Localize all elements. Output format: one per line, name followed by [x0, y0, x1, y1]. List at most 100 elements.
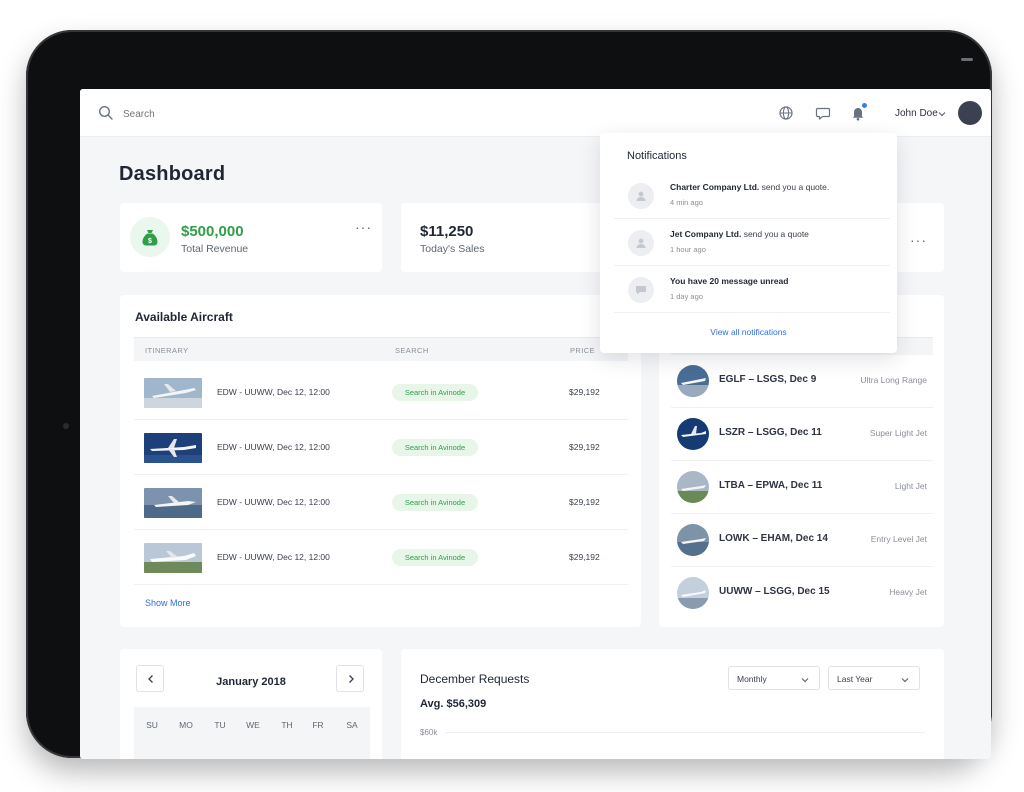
flight-route: EGLF – LSGS, Dec 9	[719, 374, 817, 385]
aircraft-photo	[144, 433, 202, 463]
period-select[interactable]: Monthly	[728, 666, 820, 690]
chat-icon[interactable]	[815, 105, 831, 121]
aircraft-photo	[144, 378, 202, 408]
select-value: Last Year	[837, 674, 873, 684]
aircraft-class: Entry Level Jet	[870, 534, 927, 544]
itinerary: EDW - UUWW, Dec 12, 12:00	[217, 552, 330, 562]
weekday-label: TU	[214, 720, 226, 730]
notification-avatar	[628, 183, 654, 209]
column-header: SEARCH	[395, 346, 429, 355]
notification-dot	[862, 103, 867, 108]
flight-route: LTBA – EPWA, Dec 11	[719, 480, 823, 491]
table-row[interactable]: EDW - UUWW, Dec 12, 12:00 Search in Avin…	[134, 475, 628, 530]
price: $29,192	[569, 552, 600, 562]
notification-message: send you a quote.	[761, 182, 830, 192]
column-header: ITINERARY	[145, 346, 189, 355]
search-icon[interactable]	[98, 105, 114, 121]
flight-route: UUWW – LSGG, Dec 15	[719, 586, 830, 597]
aircraft-class: Super Light Jet	[869, 428, 927, 438]
stat-card-revenue: $ $500,000 Total Revenue ···	[120, 203, 382, 272]
weekday-label: TH	[281, 720, 293, 730]
globe-icon[interactable]	[778, 105, 794, 121]
search-avinode-badge[interactable]: Search in Avinode	[392, 494, 478, 511]
price: $29,192	[569, 387, 600, 397]
notification-avatar	[628, 230, 654, 256]
table-row[interactable]: EDW - UUWW, Dec 12, 12:00 Search in Avin…	[134, 420, 628, 475]
requests-title: December Requests	[420, 672, 530, 686]
stat-value: $500,000	[181, 223, 244, 240]
select-value: Monthly	[737, 674, 767, 684]
tablet-frame: John Doe Dashboard $ $500,000 Total Reve…	[26, 30, 992, 759]
more-options-icon[interactable]: ···	[355, 219, 372, 235]
notification-sender: Jet Company Ltd.	[670, 229, 742, 239]
chevron-right-icon	[349, 675, 354, 683]
user-name[interactable]: John Doe	[895, 108, 938, 119]
search-input[interactable]	[123, 104, 423, 124]
stat-label: Today's Sales	[420, 243, 485, 255]
stat-value: $11,250	[420, 223, 474, 240]
calendar-card: January 2018 SU MO TU WE TH FR SA	[120, 649, 382, 759]
search-avinode-badge[interactable]: Search in Avinode	[392, 384, 478, 401]
list-item[interactable]: LSZR – LSGG, Dec 11 Super Light Jet	[671, 408, 933, 461]
itinerary: EDW - UUWW, Dec 12, 12:00	[217, 497, 330, 507]
more-options-icon[interactable]: ···	[910, 232, 927, 248]
available-aircraft-card: Available Aircraft ITINERARY SEARCH PRIC…	[120, 295, 641, 627]
stat-card-sales: $11,250 Today's Sales	[401, 203, 611, 272]
user-icon	[636, 238, 646, 248]
itinerary: EDW - UUWW, Dec 12, 12:00	[217, 387, 330, 397]
show-more-link[interactable]: Show More	[145, 598, 191, 608]
chevron-down-icon	[801, 678, 809, 683]
search-avinode-badge[interactable]: Search in Avinode	[392, 439, 478, 456]
stat-label: Total Revenue	[181, 243, 249, 255]
list-item[interactable]: EGLF – LSGS, Dec 9 Ultra Long Range	[671, 355, 933, 408]
aircraft-class: Heavy Jet	[889, 587, 927, 597]
aircraft-photo	[144, 543, 202, 573]
view-all-notifications-link[interactable]: View all notifications	[600, 327, 897, 337]
notification-sender: You have 20 message unread	[670, 276, 789, 286]
chevron-down-icon	[901, 678, 909, 683]
y-axis-label: $60k	[420, 728, 438, 737]
weekday-label: MO	[179, 720, 193, 730]
requests-average: Avg. $56,309	[420, 698, 487, 710]
price: $29,192	[569, 497, 600, 507]
page-title: Dashboard	[119, 163, 226, 185]
table-row[interactable]: EDW - UUWW, Dec 12, 12:00 Search in Avin…	[134, 530, 628, 585]
svg-text:$: $	[148, 238, 152, 245]
aircraft-photo	[677, 524, 709, 556]
notification-item[interactable]: Jet Company Ltd. send you a quote 1 hour…	[614, 220, 890, 266]
flight-route: LOWK – EHAM, Dec 14	[719, 533, 828, 544]
notification-time: 4 min ago	[670, 198, 703, 207]
avatar[interactable]	[958, 101, 982, 125]
list-item[interactable]: UUWW – LSGG, Dec 15 Heavy Jet	[671, 567, 933, 620]
message-icon	[636, 286, 646, 295]
top-bar: John Doe	[80, 89, 991, 137]
price: $29,192	[569, 442, 600, 452]
notification-item[interactable]: Charter Company Ltd. send you a quote. 4…	[614, 173, 890, 219]
list-item[interactable]: LOWK – EHAM, Dec 14 Entry Level Jet	[671, 514, 933, 567]
notification-text: Charter Company Ltd. send you a quote.	[670, 182, 829, 192]
next-month-button[interactable]	[336, 665, 364, 692]
weekday-header: SU MO TU WE TH FR SA	[134, 707, 370, 759]
notification-sender: Charter Company Ltd.	[670, 182, 760, 192]
aircraft-photo	[677, 577, 709, 609]
weekday-label: FR	[312, 720, 324, 730]
aircraft-photo	[677, 418, 709, 450]
notification-time: 1 day ago	[670, 292, 703, 301]
table-row[interactable]: EDW - UUWW, Dec 12, 12:00 Search in Avin…	[134, 365, 628, 420]
notifications-title: Notifications	[627, 150, 687, 162]
section-title: Available Aircraft	[135, 310, 233, 324]
list-item[interactable]: LTBA – EPWA, Dec 11 Light Jet	[671, 461, 933, 514]
itinerary: EDW - UUWW, Dec 12, 12:00	[217, 442, 330, 452]
notification-time: 1 hour ago	[670, 245, 706, 254]
search-avinode-badge[interactable]: Search in Avinode	[392, 549, 478, 566]
weekday-label: SU	[146, 720, 158, 730]
notification-text: You have 20 message unread	[670, 276, 788, 286]
flight-route: LSZR – LSGG, Dec 11	[719, 427, 822, 438]
range-select[interactable]: Last Year	[828, 666, 920, 690]
grid-line	[445, 732, 925, 733]
aircraft-photo	[677, 365, 709, 397]
notification-item[interactable]: You have 20 message unread 1 day ago	[614, 267, 890, 313]
column-header: PRICE	[570, 346, 595, 355]
table-header: ITINERARY SEARCH PRICE	[134, 337, 628, 361]
chevron-down-icon[interactable]	[937, 109, 947, 119]
